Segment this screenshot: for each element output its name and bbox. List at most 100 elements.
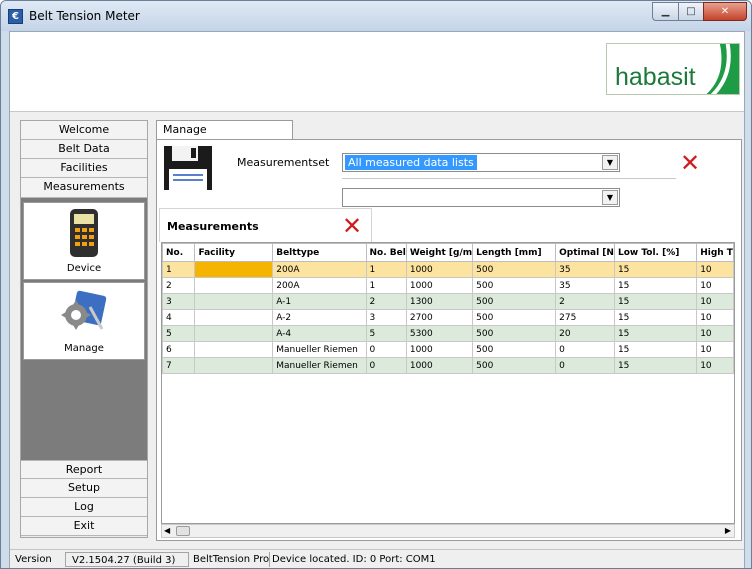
table-cell[interactable]: 7 bbox=[162, 357, 196, 374]
table-cell[interactable]: 500 bbox=[472, 277, 557, 294]
scroll-right-arrow-icon[interactable]: ▶ bbox=[725, 526, 731, 536]
table-cell[interactable] bbox=[194, 341, 274, 358]
table-cell[interactable]: 500 bbox=[472, 309, 557, 326]
table-cell[interactable]: 1000 bbox=[405, 341, 474, 358]
maximize-button[interactable]: □ bbox=[678, 2, 704, 21]
table-cell[interactable]: 10 bbox=[696, 325, 734, 342]
table-row[interactable]: 7 Manueller Riemen 0 1000 500 0 15 10 bbox=[162, 357, 734, 374]
table-row[interactable]: 5 A-4 5 5300 500 20 15 10 bbox=[162, 325, 734, 342]
table-cell[interactable]: 0 bbox=[555, 357, 615, 374]
device-tile[interactable]: Device bbox=[23, 202, 145, 280]
table-cell[interactable]: 1 bbox=[365, 277, 407, 294]
measurements-table[interactable]: No. Facility Belttype No. Bel Weight [g/m Len… bbox=[161, 242, 735, 524]
column-header[interactable]: Optimal [N bbox=[555, 243, 615, 262]
table-cell[interactable]: 0 bbox=[555, 341, 615, 358]
table-cell[interactable]: 500 bbox=[472, 325, 557, 342]
column-header[interactable]: No. Bel bbox=[365, 243, 407, 262]
chevron-down-icon[interactable]: ▼ bbox=[602, 155, 618, 170]
table-cell[interactable]: 15 bbox=[613, 261, 698, 278]
column-header[interactable]: No. bbox=[162, 243, 196, 262]
horizontal-scrollbar[interactable]: ◀ ▶ bbox=[161, 524, 735, 538]
table-cell[interactable] bbox=[194, 293, 274, 310]
scroll-thumb[interactable] bbox=[176, 526, 190, 536]
table-cell[interactable]: 1000 bbox=[405, 277, 474, 294]
minimize-button[interactable]: ▁ bbox=[652, 2, 679, 21]
table-cell[interactable]: 0 bbox=[365, 341, 407, 358]
table-cell[interactable] bbox=[194, 261, 274, 278]
table-cell[interactable]: 10 bbox=[696, 357, 734, 374]
nav-log[interactable]: Log bbox=[21, 498, 147, 517]
table-cell[interactable]: 10 bbox=[696, 277, 734, 294]
delete-measurementset-icon[interactable]: ✕ bbox=[680, 151, 700, 175]
table-cell[interactable]: 500 bbox=[472, 357, 557, 374]
table-cell[interactable]: 5300 bbox=[405, 325, 474, 342]
column-header[interactable]: High T bbox=[696, 243, 734, 262]
table-cell[interactable]: A-4 bbox=[272, 325, 367, 342]
table-cell[interactable]: Manueller Riemen bbox=[272, 341, 367, 358]
table-cell[interactable] bbox=[194, 325, 274, 342]
table-cell[interactable]: 20 bbox=[555, 325, 615, 342]
table-cell[interactable]: 5 bbox=[365, 325, 407, 342]
table-cell[interactable]: 6 bbox=[162, 341, 196, 358]
table-row[interactable]: 2 200A 1 1000 500 35 15 10 bbox=[162, 277, 734, 294]
table-cell[interactable]: 15 bbox=[613, 309, 698, 326]
table-cell[interactable] bbox=[194, 309, 274, 326]
chevron-down-icon[interactable]: ▼ bbox=[602, 190, 618, 205]
title-bar[interactable]: € Belt Tension Meter ▁ □ ✕ bbox=[1, 1, 751, 31]
table-cell[interactable]: 5 bbox=[162, 325, 196, 342]
manage-tile[interactable]: Manage bbox=[23, 282, 145, 360]
measurementset-select[interactable]: All measured data lists ▼ bbox=[342, 153, 620, 172]
table-cell[interactable]: 3 bbox=[365, 309, 407, 326]
close-button[interactable]: ✕ bbox=[703, 2, 747, 21]
table-cell[interactable]: 1 bbox=[162, 261, 196, 278]
table-cell[interactable]: 1000 bbox=[405, 261, 474, 278]
table-cell[interactable]: 500 bbox=[472, 341, 557, 358]
table-cell[interactable]: 200A bbox=[272, 261, 367, 278]
table-cell[interactable]: 500 bbox=[472, 293, 557, 310]
table-cell[interactable]: 2 bbox=[365, 293, 407, 310]
table-row[interactable]: 1 200A 1 1000 500 35 15 10 bbox=[162, 261, 734, 278]
table-row[interactable]: 6 Manueller Riemen 0 1000 500 0 15 10 bbox=[162, 341, 734, 358]
table-row[interactable]: 4 A-2 3 2700 500 275 15 10 bbox=[162, 309, 734, 326]
nav-setup[interactable]: Setup bbox=[21, 479, 147, 498]
nav-belt-data[interactable]: Belt Data bbox=[21, 140, 147, 159]
table-cell[interactable] bbox=[194, 357, 274, 374]
nav-report[interactable]: Report bbox=[21, 460, 147, 479]
nav-exit[interactable]: Exit bbox=[21, 517, 147, 536]
nav-measurements[interactable]: Measurements bbox=[21, 178, 147, 198]
table-cell[interactable]: 15 bbox=[613, 341, 698, 358]
nav-welcome[interactable]: Welcome bbox=[21, 121, 147, 140]
table-cell[interactable]: 500 bbox=[472, 261, 557, 278]
table-cell[interactable]: 275 bbox=[555, 309, 615, 326]
table-cell[interactable]: 1 bbox=[365, 261, 407, 278]
table-cell[interactable] bbox=[194, 277, 274, 294]
table-cell[interactable]: 2700 bbox=[405, 309, 474, 326]
column-header[interactable]: Length [mm] bbox=[472, 243, 557, 262]
table-cell[interactable]: 35 bbox=[555, 261, 615, 278]
column-header[interactable]: Facility bbox=[194, 243, 274, 262]
column-header[interactable]: Belttype bbox=[272, 243, 367, 262]
table-cell[interactable]: A-2 bbox=[272, 309, 367, 326]
column-header[interactable]: Low Tol. [%] bbox=[613, 243, 698, 262]
tab-manage-measurements[interactable]: Manage measurements bbox=[156, 120, 293, 154]
table-cell[interactable]: 3 bbox=[162, 293, 196, 310]
scroll-left-arrow-icon[interactable]: ◀ bbox=[164, 526, 170, 536]
table-cell[interactable]: 0 bbox=[365, 357, 407, 374]
table-row[interactable]: 3 A-1 2 1300 500 2 15 10 bbox=[162, 293, 734, 310]
measurement-list-select[interactable]: ▼ bbox=[342, 188, 620, 207]
table-cell[interactable]: 10 bbox=[696, 261, 734, 278]
delete-measurement-icon[interactable]: ✕ bbox=[342, 214, 362, 238]
table-cell[interactable]: 200A bbox=[272, 277, 367, 294]
table-cell[interactable]: A-1 bbox=[272, 293, 367, 310]
table-cell[interactable]: 15 bbox=[613, 325, 698, 342]
table-cell[interactable]: 1000 bbox=[405, 357, 474, 374]
table-cell[interactable]: 2 bbox=[555, 293, 615, 310]
table-cell[interactable]: 15 bbox=[613, 357, 698, 374]
table-cell[interactable]: 1300 bbox=[405, 293, 474, 310]
table-cell[interactable]: 10 bbox=[696, 309, 734, 326]
table-cell[interactable]: 2 bbox=[162, 277, 196, 294]
table-cell[interactable]: 15 bbox=[613, 277, 698, 294]
column-header[interactable]: Weight [g/m bbox=[405, 243, 474, 262]
floppy-disk-save-icon[interactable] bbox=[163, 145, 213, 191]
nav-facilities[interactable]: Facilities bbox=[21, 159, 147, 178]
